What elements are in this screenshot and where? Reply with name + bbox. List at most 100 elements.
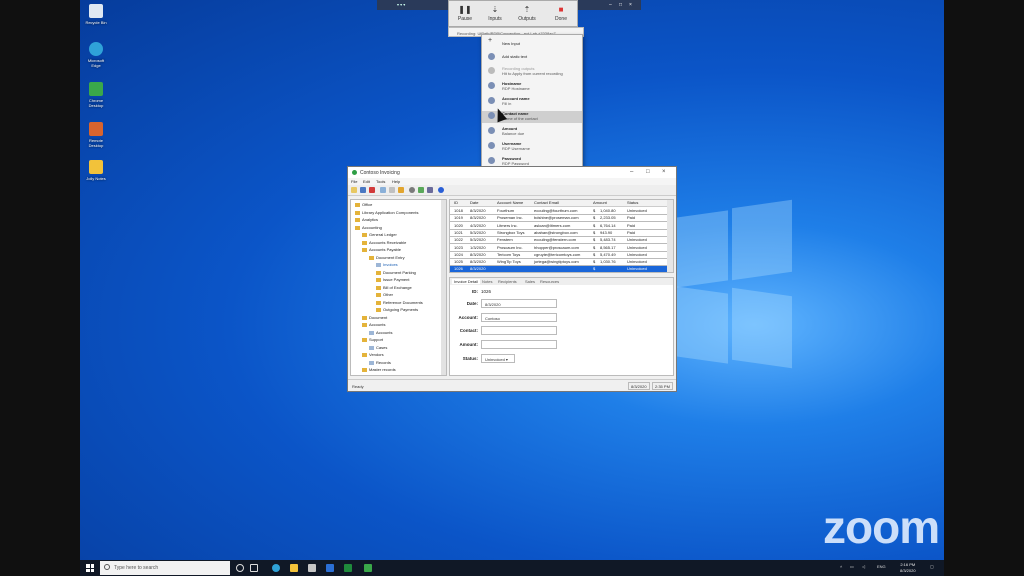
contact-field[interactable] — [481, 326, 557, 335]
document-icon[interactable] — [380, 187, 386, 193]
tree-node[interactable]: Other — [376, 292, 393, 297]
table-row[interactable]: 1021 5/3/2020 Strongbox Toys abahan@strongb… — [450, 230, 669, 237]
menu-tools[interactable]: Tools — [376, 179, 385, 184]
tree-node[interactable]: Invoices — [376, 262, 398, 267]
menu-item-recording-outputs[interactable]: Recording outputs Hit to Apply from curre… — [482, 66, 582, 76]
tray-chevron-icon[interactable]: ˄ — [840, 564, 842, 569]
taskbar-clock[interactable]: 2:16 PM 8/3/2020 — [900, 562, 916, 574]
volume-icon[interactable]: ◁ — [862, 564, 865, 569]
table-row[interactable]: 1026 8/3/2020 $ Uninvoiced — [450, 266, 669, 272]
taskbar-search-box[interactable]: Type here to search — [100, 561, 230, 575]
menu-edit[interactable]: Edit — [363, 179, 370, 184]
column-header-email[interactable]: Contact Email — [534, 200, 559, 206]
table-row[interactable]: 1020 4/3/2020 Litmers Inc. asloan@litmers.c… — [450, 223, 669, 230]
tree-node[interactable]: Records — [369, 360, 391, 365]
minimize-icon[interactable]: – — [630, 169, 633, 175]
tab-notes[interactable]: Notes — [482, 279, 492, 284]
desktop-icon-chrome-desktop[interactable]: Chrome Desktop — [85, 82, 107, 108]
app-titlebar[interactable]: Contoso Invoicing – □ × — [348, 167, 676, 178]
tree-node[interactable]: Support — [362, 337, 383, 342]
task-view-icon[interactable] — [250, 564, 258, 572]
tree-node[interactable]: Accounts — [362, 322, 385, 327]
minimize-icon[interactable]: – — [609, 2, 612, 8]
tab-resources[interactable]: Resources — [540, 279, 559, 284]
table-row[interactable]: 1024 8/3/2020 Tericom Toys cgruyte@tericomt… — [450, 252, 669, 259]
mail-icon[interactable] — [326, 564, 334, 572]
status-dropdown[interactable]: Uninvoiced ▾ — [481, 354, 515, 363]
file-explorer-icon[interactable] — [290, 564, 298, 572]
tree-node[interactable]: Accounts — [369, 330, 392, 335]
menu-item-new-input[interactable]: + New Input — [482, 37, 582, 46]
column-header-account[interactable]: Account Name — [497, 200, 523, 206]
desktop-icon-notes[interactable]: Jolly Notes — [85, 160, 107, 181]
tree-node[interactable]: Cases — [369, 345, 387, 350]
tree-node[interactable]: Office — [355, 202, 372, 207]
account-field[interactable]: Contoso — [481, 313, 557, 322]
delete-icon[interactable] — [369, 187, 375, 193]
tree-node[interactable]: Accounting — [355, 225, 382, 230]
remote-app-icon[interactable] — [364, 564, 372, 572]
tree-node[interactable]: Analytics — [355, 217, 378, 222]
table-row[interactable]: 1019 8/3/2020 Proseman Inc. bdshine@prosema… — [450, 215, 669, 223]
outputs-button[interactable]: ⇡ Outputs — [515, 4, 539, 22]
table-row[interactable]: 1022 5/3/2020 Fenstern ecouling@fenstern.co… — [450, 237, 669, 245]
folder-icon[interactable] — [398, 187, 404, 193]
desktop-icon-remote-desktop[interactable]: Remote Desktop — [85, 122, 107, 148]
column-header-date[interactable]: Date — [470, 200, 478, 206]
menu-help[interactable]: Help — [392, 179, 400, 184]
windows-start-icon[interactable] — [86, 564, 94, 572]
tab-invoice-detail[interactable]: Invoice Detail — [452, 279, 481, 284]
settings-icon[interactable] — [409, 187, 415, 193]
close-icon[interactable]: × — [629, 2, 632, 8]
tree-scrollbar[interactable] — [441, 200, 446, 375]
desktop-icon-edge[interactable]: Microsoft Edge — [85, 42, 107, 68]
done-button[interactable]: ■ Done — [549, 4, 573, 22]
column-header-id[interactable]: ID — [454, 200, 458, 206]
tree-node[interactable]: Bill of Exchange — [376, 285, 412, 290]
print-icon[interactable] — [427, 187, 433, 193]
amount-field[interactable] — [481, 340, 557, 349]
pause-button[interactable]: ❚❚ Pause — [453, 4, 477, 22]
column-header-amount[interactable]: Amount — [593, 200, 607, 206]
store-icon[interactable] — [308, 564, 316, 572]
menu-item-add-static-text[interactable]: Add static text — [482, 52, 582, 60]
menu-item-hostname[interactable]: Hostname RDP Hostname — [482, 81, 582, 91]
menu-item-account-name[interactable]: Account name Fill in — [482, 96, 582, 106]
restore-icon[interactable]: □ — [646, 169, 650, 175]
tab-sales[interactable]: Sales — [525, 279, 535, 284]
tree-node[interactable]: Vendors — [362, 352, 384, 357]
close-icon[interactable]: × — [662, 169, 666, 175]
tree-node[interactable]: Issue Payment — [376, 277, 409, 282]
tree-node[interactable]: General Ledger — [362, 232, 397, 237]
tab-recipients[interactable]: Recipients — [498, 279, 517, 284]
date-field[interactable]: 8/3/2020 — [481, 299, 557, 308]
save-icon[interactable] — [360, 187, 366, 193]
menu-item-password[interactable]: Password RDP Password — [482, 156, 582, 166]
menu-item-username[interactable]: Username RDP Username — [482, 141, 582, 151]
tree-node[interactable]: Document Entry — [369, 255, 405, 260]
edit-icon[interactable] — [389, 187, 395, 193]
tree-node[interactable]: Library Application Components — [355, 210, 418, 215]
tree-node[interactable]: Accounts Receivable — [362, 240, 406, 245]
table-row[interactable]: 1023 1/3/2020 Proscaum Inc. hhopper@proscau… — [450, 245, 669, 252]
grid-scrollbar[interactable] — [667, 200, 673, 272]
tree-node[interactable]: Accounts Payable — [362, 247, 401, 252]
restore-icon[interactable]: □ — [619, 2, 622, 8]
table-row[interactable]: 1018 8/3/2020 Fourthum ecouling@fourthum.co… — [450, 208, 669, 215]
tree-node[interactable]: Reference Documents — [376, 300, 423, 305]
menu-file[interactable]: File — [351, 179, 357, 184]
tree-node[interactable]: Document Parking — [376, 270, 416, 275]
help-icon[interactable] — [438, 187, 444, 193]
tree-node[interactable]: Master records — [362, 367, 396, 372]
menu-item-amount[interactable]: Amount Balance due — [482, 126, 582, 136]
new-icon[interactable] — [351, 187, 357, 193]
column-header-status[interactable]: Status — [627, 200, 638, 206]
excel-icon[interactable] — [344, 564, 352, 572]
tree-node[interactable]: Document — [362, 315, 387, 320]
edge-icon[interactable] — [272, 564, 280, 572]
desktop-icon-recycle-bin[interactable]: Recycle Bin — [85, 4, 107, 25]
language-indicator[interactable]: ENG — [877, 564, 886, 569]
network-icon[interactable]: ▭ — [850, 564, 854, 569]
inputs-button[interactable]: ⇣ Inputs — [483, 4, 507, 22]
tree-node[interactable]: Outgoing Payments — [376, 307, 418, 312]
